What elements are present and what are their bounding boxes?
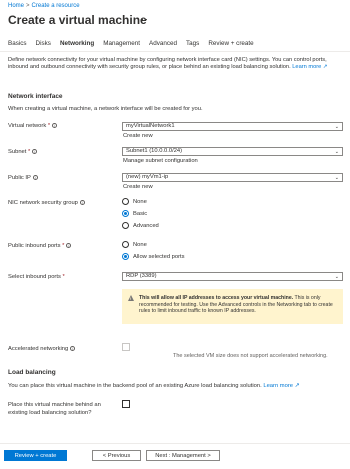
load-balancer-question-line1: Place this virtual machine behind an xyxy=(8,402,101,408)
info-icon[interactable]: i xyxy=(32,175,38,180)
radio-button[interactable] xyxy=(122,222,129,229)
info-icon[interactable]: i xyxy=(79,200,85,205)
accelerated-networking-checkbox xyxy=(122,343,130,351)
breadcrumb-create-resource-link[interactable]: Create a resource xyxy=(32,3,80,9)
subnet-value: Subnet1 (10.0.0.0/24) xyxy=(126,148,183,154)
public-ip-label: Public IP i xyxy=(8,175,38,181)
load-balancing-text: You can place this virtual machine in th… xyxy=(8,383,262,389)
accelerated-networking-label-text: Accelerated networking xyxy=(8,346,69,353)
next-management-button[interactable]: Next : Management > xyxy=(146,450,220,461)
networking-description: Define network connectivity for your vir… xyxy=(8,57,342,71)
chevron-down-icon: ⌄ xyxy=(334,274,339,280)
select-inbound-ports-label-text: Select inbound ports xyxy=(8,274,61,280)
warning-bold-text: This will allow all IP addresses to acce… xyxy=(139,295,294,301)
load-balancer-question: Place this virtual machine behind an exi… xyxy=(8,401,101,417)
warning-banner: ! This will allow all IP addresses to ac… xyxy=(122,289,343,324)
radio-button[interactable] xyxy=(122,198,129,205)
load-balancing-description: You can place this virtual machine in th… xyxy=(8,383,299,389)
radio-button[interactable] xyxy=(122,241,129,248)
nsg-option-basic[interactable]: Basic xyxy=(122,210,147,217)
required-marker: * xyxy=(62,243,65,250)
load-balancer-question-line2: existing load balancing solution? xyxy=(8,410,92,416)
radio-button-selected[interactable] xyxy=(122,210,129,217)
page-title: Create a virtual machine xyxy=(8,13,147,27)
breadcrumb-home-link[interactable]: Home xyxy=(8,3,24,9)
virtual-network-label: Virtual network * i xyxy=(8,123,58,130)
required-marker: * xyxy=(28,149,31,156)
public-inbound-ports-label: Public inbound ports * i xyxy=(8,243,72,250)
breadcrumb-separator: > xyxy=(26,3,30,9)
nsg-option-advanced-label: Advanced xyxy=(133,222,159,229)
public-ip-value: (new) myVm1-ip xyxy=(126,174,169,180)
warning-text: This will allow all IP addresses to acce… xyxy=(139,295,337,315)
select-inbound-ports-dropdown[interactable]: RDP (3389) ⌄ xyxy=(122,272,343,281)
info-icon[interactable]: i xyxy=(52,123,58,128)
network-interface-heading: Network interface xyxy=(8,93,63,100)
select-inbound-ports-label: Select inbound ports * xyxy=(8,274,65,280)
radio-button-selected[interactable] xyxy=(122,253,129,260)
nsg-option-none[interactable]: None xyxy=(122,198,147,205)
nsg-option-basic-label: Basic xyxy=(133,210,148,217)
description-learn-more-link[interactable]: Learn more ↗ xyxy=(292,64,327,70)
chevron-down-icon: ⌄ xyxy=(334,175,339,181)
nsg-option-advanced[interactable]: Advanced xyxy=(122,222,159,229)
virtual-network-create-new-link[interactable]: Create new xyxy=(123,133,153,139)
previous-button[interactable]: < Previous xyxy=(92,450,141,461)
accelerated-networking-note: The selected VM size does not support ac… xyxy=(173,353,328,359)
public-ip-create-new-link[interactable]: Create new xyxy=(123,184,153,190)
footer-divider xyxy=(0,443,350,444)
info-icon[interactable]: i xyxy=(66,243,72,248)
network-interface-intro: When creating a virtual machine, a netwo… xyxy=(8,106,203,112)
review-create-button[interactable]: Review + create xyxy=(4,450,67,461)
nsg-label-text: NIC network security group xyxy=(8,200,78,207)
public-ip-select[interactable]: (new) myVm1-ip ⌄ xyxy=(122,173,343,182)
accelerated-networking-label: Accelerated networking i xyxy=(8,346,76,353)
description-text: Define network connectivity for your vir… xyxy=(8,57,327,70)
warning-icon: ! xyxy=(128,295,134,301)
select-inbound-ports-value: RDP (3389) xyxy=(126,273,157,279)
subnet-label-text: Subnet xyxy=(8,149,27,156)
inbound-ports-option-allow-label: Allow selected ports xyxy=(133,253,185,260)
subnet-select[interactable]: Subnet1 (10.0.0.0/24) ⌄ xyxy=(122,147,343,156)
load-balancer-checkbox[interactable] xyxy=(122,400,130,408)
tab-divider xyxy=(0,51,350,52)
info-icon[interactable]: i xyxy=(32,149,38,154)
virtual-network-select[interactable]: myVirtualNetwork1 ⌄ xyxy=(122,122,343,131)
load-balancing-learn-more-link[interactable]: Learn more ↗ xyxy=(263,383,299,389)
required-marker: * xyxy=(47,123,51,130)
breadcrumb: Home > Create a resource xyxy=(8,3,80,9)
chevron-down-icon: ⌄ xyxy=(334,124,339,130)
virtual-network-value: myVirtualNetwork1 xyxy=(126,123,175,129)
public-inbound-ports-label-text: Public inbound ports xyxy=(8,243,61,250)
inbound-ports-option-allow[interactable]: Allow selected ports xyxy=(122,253,185,260)
virtual-network-label-text: Virtual network xyxy=(8,123,47,130)
required-marker: * xyxy=(62,274,65,280)
inbound-ports-option-none-label: None xyxy=(133,241,147,248)
subnet-label: Subnet * i xyxy=(8,149,38,156)
inbound-ports-option-none[interactable]: None xyxy=(122,241,147,248)
public-ip-label-text: Public IP xyxy=(8,175,31,182)
manage-subnet-link[interactable]: Manage subnet configuration xyxy=(123,158,198,164)
load-balancing-heading: Load balancing xyxy=(8,369,56,376)
info-icon[interactable]: i xyxy=(70,346,76,351)
chevron-down-icon: ⌄ xyxy=(334,149,339,155)
nsg-option-none-label: None xyxy=(133,198,147,205)
more-options-icon[interactable]: ··· xyxy=(137,14,149,24)
nsg-label: NIC network security group i xyxy=(8,200,85,206)
